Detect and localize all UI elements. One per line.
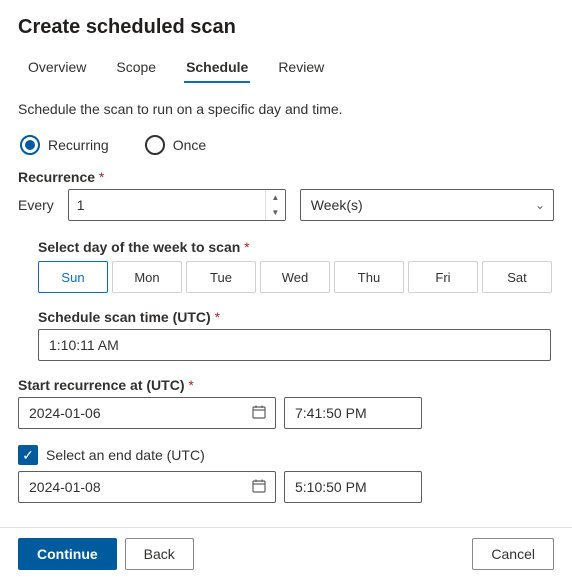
day-thu[interactable]: Thu xyxy=(334,261,404,293)
every-value: 1 xyxy=(69,190,265,220)
start-label: Start recurrence at (UTC) xyxy=(18,377,554,393)
day-tue[interactable]: Tue xyxy=(186,261,256,293)
schedule-time-value: 1:10:11 AM xyxy=(49,337,119,353)
day-sat[interactable]: Sat xyxy=(482,261,552,293)
radio-once[interactable]: Once xyxy=(145,135,206,155)
day-picker: Sun Mon Tue Wed Thu Fri Sat xyxy=(38,261,554,293)
radio-checked-icon xyxy=(20,135,40,155)
radio-once-label: Once xyxy=(173,137,206,153)
spin-down-button[interactable]: ▼ xyxy=(266,205,285,220)
tab-review[interactable]: Review xyxy=(276,55,326,85)
description-text: Schedule the scan to run on a specific d… xyxy=(18,101,554,117)
radio-recurring[interactable]: Recurring xyxy=(20,135,109,155)
day-wed[interactable]: Wed xyxy=(260,261,330,293)
end-time-value: 5:10:50 PM xyxy=(295,479,367,495)
back-button[interactable]: Back xyxy=(125,538,194,570)
start-time-value: 7:41:50 PM xyxy=(295,405,367,421)
start-date-input[interactable]: 2024-01-06 xyxy=(18,397,276,429)
recurrence-label: Recurrence xyxy=(18,169,554,185)
end-date-checkbox[interactable]: ✓ xyxy=(18,445,38,465)
radio-unchecked-icon xyxy=(145,135,165,155)
tabs: Overview Scope Schedule Review xyxy=(18,55,554,85)
cancel-button[interactable]: Cancel xyxy=(472,538,554,570)
page-title: Create scheduled scan xyxy=(18,16,554,39)
end-date-input[interactable]: 2024-01-08 xyxy=(18,471,276,503)
continue-button[interactable]: Continue xyxy=(18,538,117,570)
recurrence-unit-select[interactable]: Week(s) ⌄ xyxy=(300,189,554,221)
start-date-value: 2024-01-06 xyxy=(29,405,101,421)
schedule-time-input[interactable]: 1:10:11 AM xyxy=(38,329,551,361)
every-label: Every xyxy=(18,197,54,213)
end-date-checkbox-label: Select an end date (UTC) xyxy=(46,447,205,463)
recurrence-type-radios: Recurring Once xyxy=(18,135,554,155)
end-time-input[interactable]: 5:10:50 PM xyxy=(284,471,422,503)
footer-bar: Continue Back Cancel xyxy=(0,527,572,584)
checkmark-icon: ✓ xyxy=(22,447,34,464)
day-sun[interactable]: Sun xyxy=(38,261,108,293)
tab-schedule[interactable]: Schedule xyxy=(184,55,250,85)
end-date-value: 2024-01-08 xyxy=(29,479,101,495)
calendar-icon xyxy=(251,404,267,423)
radio-recurring-label: Recurring xyxy=(48,137,109,153)
tab-scope[interactable]: Scope xyxy=(114,55,158,85)
recurrence-unit-value: Week(s) xyxy=(311,197,363,213)
day-fri[interactable]: Fri xyxy=(408,261,478,293)
schedule-time-label: Schedule scan time (UTC) xyxy=(38,309,554,325)
calendar-icon xyxy=(251,478,267,497)
days-label: Select day of the week to scan xyxy=(38,239,554,255)
day-mon[interactable]: Mon xyxy=(112,261,182,293)
every-spinbutton[interactable]: 1 ▲ ▼ xyxy=(68,189,286,221)
spin-up-button[interactable]: ▲ xyxy=(266,190,285,205)
tab-overview[interactable]: Overview xyxy=(26,55,88,85)
chevron-down-icon: ⌄ xyxy=(535,198,545,212)
start-time-input[interactable]: 7:41:50 PM xyxy=(284,397,422,429)
